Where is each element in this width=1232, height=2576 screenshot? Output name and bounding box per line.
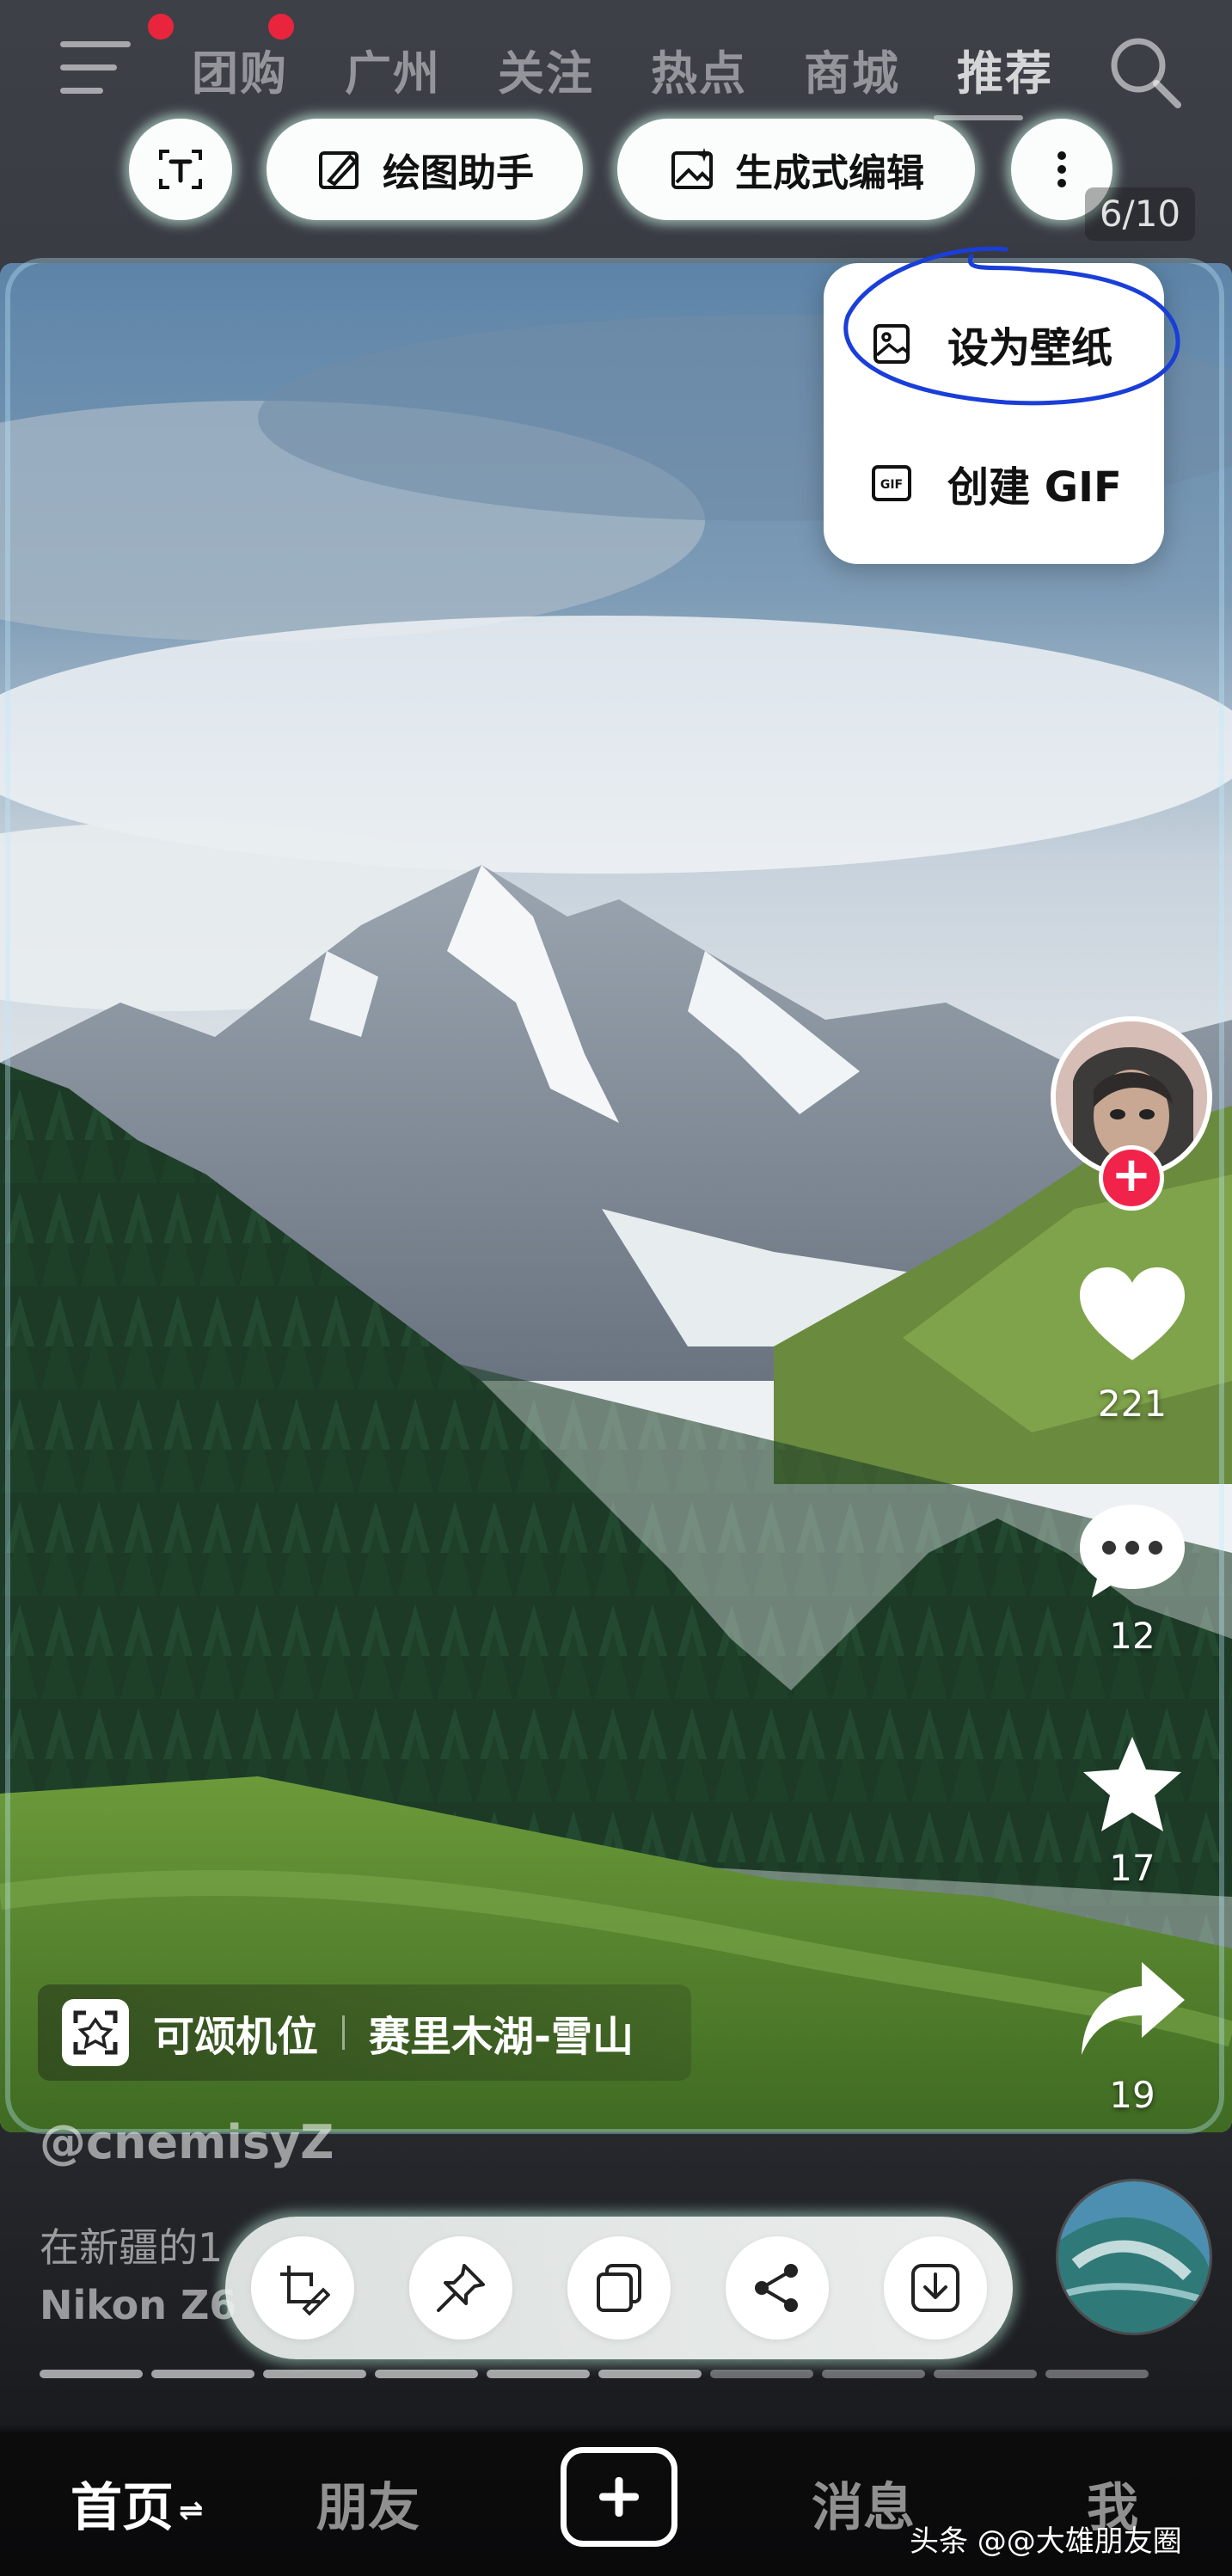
tab-groupbuy[interactable]: 团购 [163, 35, 316, 103]
generative-edit-label: 生成式编辑 [735, 151, 924, 195]
progress-segment [710, 2370, 813, 2378]
pin-button[interactable] [409, 2236, 512, 2340]
author-handle[interactable]: @cnemisyZ [40, 2115, 334, 2169]
tab-following[interactable]: 关注 [469, 35, 622, 103]
drawing-assistant-button[interactable]: 绘图助手 [267, 119, 583, 220]
share-arrow-icon[interactable] [1076, 1959, 1188, 2062]
more-vertical-icon [1057, 151, 1066, 187]
page-indicator: 6/10 [1085, 187, 1195, 241]
ai-image-icon [671, 148, 713, 189]
divider [342, 2015, 346, 2050]
hand-drawn-circle [843, 246, 1180, 406]
copy-button[interactable] [567, 2236, 671, 2340]
active-tab-indicator [934, 115, 1023, 120]
sketch-icon [319, 151, 359, 189]
progress-segment [263, 2370, 366, 2378]
crop-edit-icon [280, 2266, 330, 2315]
progress-segment [375, 2370, 478, 2378]
create-gif-item[interactable]: GIF 创建 GIF [870, 432, 1122, 535]
caption-line-1[interactable]: 在新疆的1 [40, 2217, 223, 2273]
refresh-swap-icon: ⇌ [179, 2493, 204, 2529]
tab-friends[interactable]: 朋友 [316, 2466, 420, 2541]
tab-guangzhou[interactable]: 广州 [316, 35, 469, 103]
pin-icon [437, 2264, 485, 2312]
share-button[interactable] [726, 2236, 829, 2340]
favorite-count: 17 [1109, 1847, 1155, 1889]
progress-segment [487, 2370, 590, 2378]
comment-count: 12 [1109, 1615, 1155, 1657]
progress-segment [598, 2370, 702, 2378]
app-screen: 团购 广州 关注 热点 商城 推荐 绘图助手 生成式编辑 6/10 设为壁纸 G… [0, 0, 1232, 2576]
tab-messages[interactable]: 消息 [812, 2466, 915, 2541]
tab-recommend[interactable]: 推荐 [929, 35, 1082, 103]
progress-segment [151, 2370, 254, 2378]
progress-segment [822, 2370, 925, 2378]
music-disc[interactable] [1056, 2179, 1212, 2335]
tab-home[interactable]: 首页 ⇌ [70, 2466, 204, 2541]
progress-segment [934, 2370, 1037, 2378]
search-icon[interactable] [1106, 33, 1185, 112]
text-scan-icon [159, 150, 202, 189]
download-icon [911, 2264, 959, 2312]
share-count: 19 [1109, 2074, 1155, 2116]
camera-spot-icon [62, 1999, 129, 2066]
image-progress [40, 2370, 1149, 2378]
image-actions-bar [225, 2217, 1013, 2359]
location-tag[interactable]: 可颂机位 赛里木湖-雪山 [38, 1984, 691, 2081]
create-gif-label: 创建 GIF [947, 463, 1122, 512]
location-prefix: 可颂机位 [153, 2013, 319, 2061]
progress-segment [40, 2370, 143, 2378]
music-cover-image [1058, 2181, 1210, 2333]
watermark: 头条 @@大雄朋友圈 [910, 2524, 1182, 2559]
svg-text:GIF: GIF [880, 478, 903, 492]
tab-mall[interactable]: 商城 [775, 35, 929, 103]
tab-home-label: 首页 [70, 2478, 174, 2538]
top-nav-tabs: 团购 广州 关注 热点 商城 推荐 [163, 34, 1082, 103]
text-recognition-button[interactable] [129, 119, 232, 220]
comment-icon[interactable] [1076, 1500, 1188, 1603]
tab-hot[interactable]: 热点 [622, 35, 775, 103]
progress-segment [1045, 2370, 1149, 2378]
copy-icon [597, 2264, 641, 2312]
like-count: 221 [1097, 1383, 1168, 1425]
generative-edit-button[interactable]: 生成式编辑 [617, 119, 975, 220]
share-icon [755, 2264, 798, 2312]
menu-icon[interactable] [60, 41, 131, 95]
like-icon[interactable] [1076, 1264, 1188, 1367]
crop-edit-button[interactable] [251, 2236, 354, 2340]
caption-line-2[interactable]: Nikon Z6 [40, 2282, 236, 2328]
create-post-button[interactable] [561, 2447, 677, 2547]
favorite-star-icon[interactable] [1076, 1733, 1188, 1837]
location-name: 赛里木湖-雪山 [369, 2013, 634, 2061]
follow-button[interactable]: + [1099, 1145, 1164, 1211]
download-button[interactable] [884, 2236, 987, 2340]
drawing-assistant-label: 绘图助手 [383, 151, 534, 195]
gif-icon: GIF [872, 465, 911, 501]
